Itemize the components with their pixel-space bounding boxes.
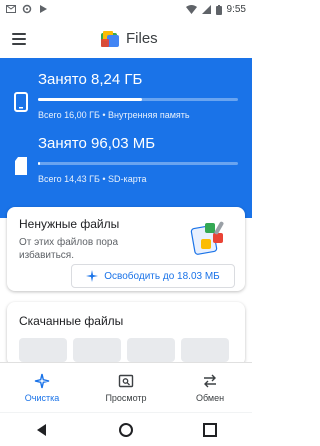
- download-thumbnail[interactable]: [181, 338, 229, 362]
- free-up-button-label: Освободить до 18.03 МБ: [104, 270, 220, 282]
- junk-files-card[interactable]: Ненужные файлы От этих файлов пора избав…: [7, 207, 245, 291]
- nav-clean-label: Очистка: [24, 392, 60, 403]
- internal-usage-bar: [38, 98, 238, 101]
- junk-files-description: От этих файлов пора избавиться.: [19, 237, 119, 261]
- sparkle-icon: [86, 270, 99, 282]
- phone-icon: [14, 92, 28, 112]
- sd-usage-bar: [38, 162, 238, 165]
- downloads-card[interactable]: Скачанные файлы: [7, 302, 245, 366]
- storage-panel: Занято 8,24 ГБ Всего 16,00 ГБ • Внутренн…: [0, 58, 252, 218]
- download-thumbnail[interactable]: [127, 338, 175, 362]
- internal-total-subtitle: Всего 16,00 ГБ • Внутренняя память: [38, 110, 190, 120]
- status-bar: 9:55: [0, 0, 252, 20]
- bottom-nav: Очистка Просмотр Обмен: [0, 362, 252, 412]
- home-icon[interactable]: [115, 419, 137, 441]
- sd-usage-fill: [38, 162, 40, 165]
- settings-icon: [22, 4, 32, 14]
- download-thumbnail[interactable]: [73, 338, 121, 362]
- sd-used-title: Занято 96,03 МБ: [38, 135, 156, 152]
- nav-clean[interactable]: Очистка: [0, 363, 84, 412]
- sd-card-icon: [15, 157, 27, 175]
- nav-browse[interactable]: Просмотр: [84, 363, 168, 412]
- back-icon[interactable]: [31, 419, 53, 441]
- junk-files-title: Ненужные файлы: [19, 217, 120, 231]
- system-nav-bar: [0, 412, 252, 446]
- recents-icon[interactable]: [199, 419, 221, 441]
- sd-total-subtitle: Всего 14,43 ГБ • SD-карта: [38, 174, 147, 184]
- download-thumbnail[interactable]: [19, 338, 67, 362]
- files-app: 9:55 Files Занято 8,24 ГБ Всего 16,00 ГБ…: [0, 0, 252, 446]
- files-logo-icon: [101, 31, 119, 47]
- status-bar-right: 9:55: [185, 4, 246, 15]
- gmail-icon: [6, 5, 16, 13]
- downloads-title: Скачанные файлы: [19, 314, 124, 328]
- nav-share[interactable]: Обмен: [168, 363, 252, 412]
- status-bar-left: [6, 4, 48, 14]
- wifi-icon: [185, 5, 197, 14]
- free-up-button[interactable]: Освободить до 18.03 МБ: [71, 264, 235, 288]
- battery-icon: [215, 4, 222, 15]
- junk-files-illustration: [190, 221, 224, 255]
- internal-usage-fill: [38, 98, 142, 101]
- app-title: Files: [126, 30, 158, 47]
- nav-share-label: Обмен: [195, 392, 225, 403]
- internal-storage[interactable]: Занято 8,24 ГБ Всего 16,00 ГБ • Внутренн…: [0, 70, 252, 130]
- sparkle-icon: [34, 373, 50, 388]
- swap-icon: [204, 374, 216, 387]
- downloads-thumbnails: [19, 338, 229, 362]
- clock: 9:55: [226, 4, 246, 15]
- signal-icon: [201, 5, 211, 14]
- sd-storage[interactable]: Занято 96,03 МБ Всего 14,43 ГБ • SD-карт…: [0, 134, 252, 194]
- menu-icon[interactable]: [10, 29, 30, 49]
- app-bar: Files: [0, 20, 252, 58]
- play-store-icon: [40, 5, 47, 13]
- nav-browse-label: Просмотр: [105, 392, 147, 403]
- browse-icon: [118, 374, 134, 387]
- internal-used-title: Занято 8,24 ГБ: [38, 71, 143, 88]
